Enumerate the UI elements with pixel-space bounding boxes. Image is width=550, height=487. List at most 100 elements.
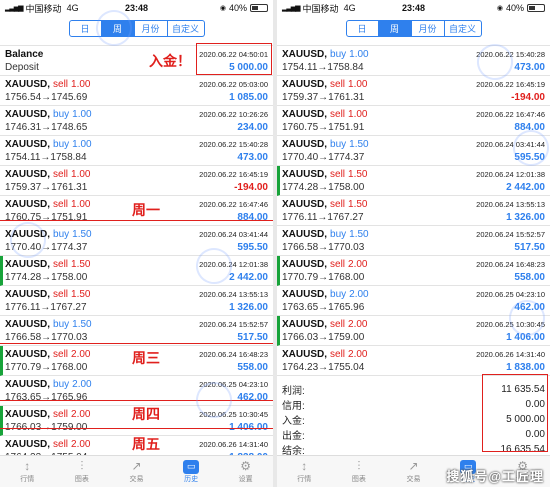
close-price: 1758.00 xyxy=(328,182,365,193)
deal-symbol: XAUUSD, xyxy=(5,349,51,360)
arrow-right-icon: → xyxy=(318,332,329,343)
deal-time: 2020.06.22 16:47:46 xyxy=(476,110,545,119)
deal-row[interactable]: XAUUSD, buy 1.50 2020.06.24 15:52:57 1766.58… xyxy=(0,316,273,346)
deal-profit: 558.00 xyxy=(237,362,268,373)
tab-period-3[interactable]: 自定义 xyxy=(167,20,205,37)
deal-row[interactable]: XAUUSD, buy 1.50 2020.06.24 03:41:44 1770.40… xyxy=(277,136,550,166)
nav-history[interactable]: ▭ 历史 xyxy=(164,456,219,487)
deal-row[interactable]: XAUUSD, sell 1.00 2020.06.22 16:47:46 1760.7… xyxy=(277,106,550,136)
deal-row[interactable]: XAUUSD, sell 2.00 2020.06.25 10:30:45 1766.0… xyxy=(277,316,550,346)
arrow-right-icon: → xyxy=(318,242,329,253)
nav-label: 图表 xyxy=(74,475,89,483)
arrow-right-icon: → xyxy=(317,212,328,223)
status-right: ◉ 40% xyxy=(220,3,268,13)
close-price: 1774.37 xyxy=(328,152,365,163)
deal-symbol: XAUUSD, xyxy=(282,169,328,180)
close-price: 1761.31 xyxy=(328,92,365,103)
summary-label: 入金: xyxy=(282,416,305,427)
carrier-name: 中国移动 xyxy=(25,3,62,14)
deal-row[interactable]: XAUUSD, sell 1.00 2020.06.22 16:45:19 1759.3… xyxy=(277,76,550,106)
tab-period-0[interactable]: 日 xyxy=(68,20,102,37)
arrow-right-icon: → xyxy=(318,182,329,193)
deal-row[interactable]: XAUUSD, sell 1.50 2020.06.24 13:55:13 1776.1… xyxy=(277,196,550,226)
deal-side: sell xyxy=(53,439,69,450)
deal-time: 2020.06.22 15:40:28 xyxy=(199,140,268,149)
tab-period-2[interactable]: 月份 xyxy=(134,20,168,37)
deal-profit: 2 442.00 xyxy=(506,182,545,193)
deal-row[interactable]: XAUUSD, sell 1.00 2020.06.22 16:45:19 1759.3… xyxy=(0,166,273,196)
arrow-right-icon: → xyxy=(41,272,52,283)
nav-settings[interactable]: ⚙ 设置 xyxy=(218,456,273,487)
battery-percent: 40% xyxy=(505,3,524,13)
deal-row[interactable]: XAUUSD, sell 1.50 2020.06.24 12:01:38 1774.2… xyxy=(0,256,273,286)
nav-chart[interactable]: ⫶ 图表 xyxy=(55,456,110,487)
nav-trade[interactable]: ↗ 交易 xyxy=(386,456,441,487)
arrow-right-icon: → xyxy=(41,92,52,103)
deal-symbol: XAUUSD, xyxy=(5,409,51,420)
deal-time: 2020.06.24 03:41:44 xyxy=(476,140,545,149)
close-price: 1774.37 xyxy=(51,242,88,253)
deal-row[interactable]: XAUUSD, buy 1.50 2020.06.24 03:41:44 1770.40… xyxy=(0,226,273,256)
open-price: 1770.79 xyxy=(282,272,319,283)
deal-symbol: XAUUSD, xyxy=(5,319,51,330)
history-list: XAUUSD, buy 1.00 2020.06.22 15:40:28 1754.11… xyxy=(277,45,550,376)
deal-side: buy xyxy=(330,229,347,240)
trade-icon: ↗ xyxy=(131,458,142,473)
open-price: 1763.65 xyxy=(5,392,42,403)
deal-lots: 1.00 xyxy=(348,109,368,120)
deal-lots: 1.00 xyxy=(72,109,92,120)
deal-row[interactable]: XAUUSD, buy 2.00 2020.06.25 04:23:10 1763.65… xyxy=(277,286,550,316)
trade-icon: ↗ xyxy=(408,458,419,473)
deal-time: 2020.06.24 15:52:57 xyxy=(476,230,545,239)
deal-time: 2020.06.25 04:23:10 xyxy=(476,290,545,299)
deal-symbol: XAUUSD, xyxy=(282,139,328,150)
deal-symbol: XAUUSD, xyxy=(5,259,51,270)
nav-quotes[interactable]: ↕ 行情 xyxy=(0,456,55,487)
deal-side: sell xyxy=(53,349,69,360)
deal-row[interactable]: XAUUSD, sell 2.00 2020.06.24 16:48:23 1770.7… xyxy=(277,256,550,286)
deal-lots: 1.00 xyxy=(71,79,91,90)
deal-profit: 1 406.00 xyxy=(506,332,545,343)
deal-row[interactable]: XAUUSD, buy 1.00 2020.06.22 10:26:26 1746.31… xyxy=(0,106,273,136)
deal-row[interactable]: XAUUSD,sell2.00 2020.06.26 14:31:40 1764.2… xyxy=(277,346,550,376)
carrier-name: 中国移动 xyxy=(302,3,339,14)
deal-lots: 1.50 xyxy=(72,319,92,330)
tab-period-2[interactable]: 月份 xyxy=(411,20,445,37)
deal-profit: 595.50 xyxy=(237,242,268,253)
arrow-right-icon: → xyxy=(41,362,52,373)
deal-row[interactable]: XAUUSD, buy 1.50 2020.06.24 15:52:57 1766.58… xyxy=(277,226,550,256)
deal-row[interactable]: XAUUSD, buy 1.00 2020.06.22 15:40:28 1754.11… xyxy=(0,136,273,166)
deal-profit: 1 085.00 xyxy=(229,92,268,103)
nav-quotes[interactable]: ↕ 行情 xyxy=(277,456,332,487)
deal-profit: 2 442.00 xyxy=(229,272,268,283)
quotes-icon: ↕ xyxy=(24,458,31,473)
friday-label: 周五 xyxy=(132,436,160,452)
deal-symbol: XAUUSD, xyxy=(5,439,51,450)
deal-row[interactable]: XAUUSD, buy 1.00 2020.06.22 15:40:28 1754.11… xyxy=(277,46,550,76)
deal-time: 2020.06.24 16:48:23 xyxy=(199,350,268,359)
nav-label: 交易 xyxy=(406,475,421,483)
tab-period-3[interactable]: 自定义 xyxy=(444,20,482,37)
wednesday-divider xyxy=(0,343,273,344)
close-price: 1767.27 xyxy=(327,212,364,223)
nav-trade[interactable]: ↗ 交易 xyxy=(109,456,164,487)
screenshot-composite: ▂▃▅▆ 中国移动 4G 23:48 ◉ 40% 日周月份 自定义 Balance 2020.06… xyxy=(0,0,550,487)
deal-row[interactable]: XAUUSD, buy 2.00 2020.06.25 04:23:10 1763.65… xyxy=(0,376,273,406)
close-price: 1765.96 xyxy=(51,392,88,403)
tab-period-1[interactable]: 周 xyxy=(378,20,412,37)
nav-chart[interactable]: ⫶ 图表 xyxy=(332,456,387,487)
deal-profit: 884.00 xyxy=(237,212,268,223)
tab-period-1[interactable]: 周 xyxy=(101,20,135,37)
open-price: 1759.37 xyxy=(282,92,319,103)
close-price: 1758.84 xyxy=(50,152,87,163)
deal-side: buy xyxy=(330,289,347,300)
deal-symbol: XAUUSD, xyxy=(282,49,328,60)
deal-symbol: XAUUSD, xyxy=(5,199,51,210)
deal-row[interactable]: XAUUSD, sell 1.50 2020.06.24 12:01:38 1774.2… xyxy=(277,166,550,196)
deal-row[interactable]: XAUUSD, sell 1.00 2020.06.22 05:03:00 1756.5… xyxy=(0,76,273,106)
tab-period-0[interactable]: 日 xyxy=(345,20,379,37)
deal-time: 2020.06.24 13:55:13 xyxy=(476,200,545,209)
deal-profit: 1 838.00 xyxy=(506,362,545,373)
deal-row[interactable]: XAUUSD, sell 1.50 2020.06.24 13:55:13 1776.1… xyxy=(0,286,273,316)
open-price: 1770.40 xyxy=(5,242,42,253)
